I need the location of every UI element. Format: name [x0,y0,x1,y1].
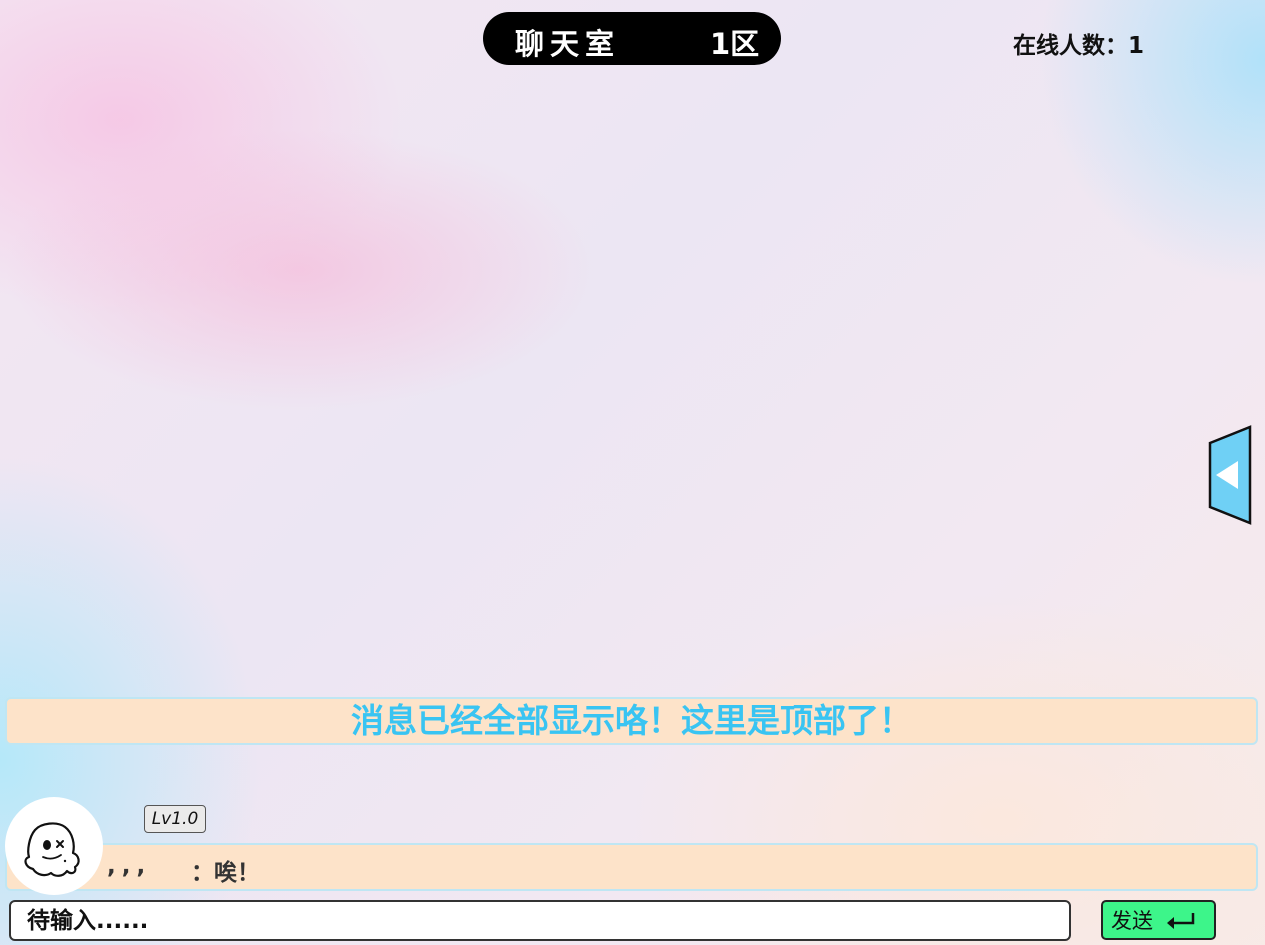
send-button[interactable]: 发送 [1101,900,1216,940]
level-badge: Lv1.0 [144,805,206,833]
chat-room-title: 聊天室 [515,27,621,61]
enter-icon [1167,913,1195,929]
message-input[interactable] [9,900,1071,941]
message-text: ：唉！ [191,860,260,886]
top-of-history-notice: 消息已经全部显示咯！这里是顶部了！ [5,697,1258,745]
chat-room-title-bar: 聊天室 1区 [483,12,781,65]
message-bubble: ,,, ：唉！ [5,843,1258,891]
online-count: 在线人数：1 [1013,33,1145,59]
avatar[interactable] [5,797,103,895]
ghost-icon [24,822,80,877]
message-sender: ,,, [107,853,152,879]
side-panel-toggle-button[interactable] [1208,425,1252,525]
send-button-label: 发送 [1111,909,1153,933]
chat-zone-label: 1区 [710,27,760,61]
